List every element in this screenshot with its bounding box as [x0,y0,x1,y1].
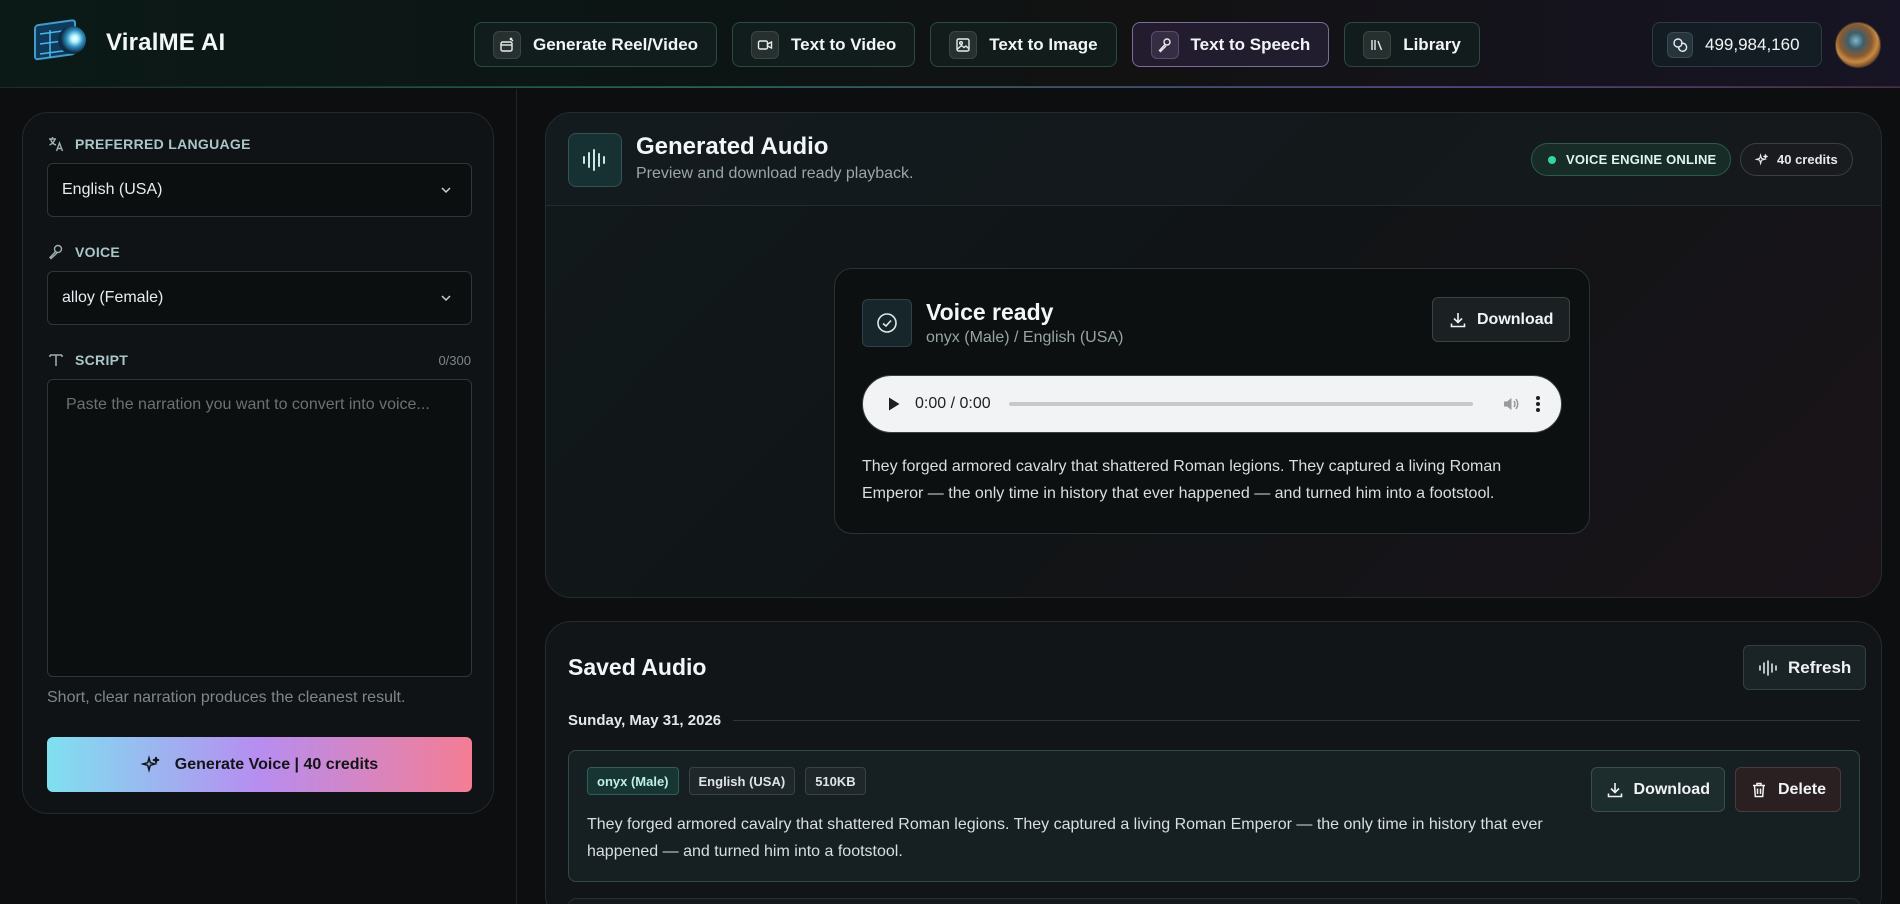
text-icon [49,354,63,366]
saved-audio-title: Saved Audio [568,654,707,680]
player-progress-bar[interactable] [1009,402,1473,406]
sparkles-icon [140,754,159,773]
panel-divider [516,89,517,904]
date-divider [733,720,1860,721]
generated-audio-card: Generated Audio Preview and download rea… [545,112,1882,598]
saved-audio-card: Saved Audio Refresh Sunday, May 31, 2026… [545,621,1882,904]
coins-icon [1667,31,1693,58]
chevron-down-icon [441,187,451,194]
library-icon [1363,30,1392,59]
app-name: ViralME AI [106,29,226,56]
microphone-icon [49,244,63,260]
language-tag: English (USA) [688,767,796,795]
generate-voice-button[interactable]: Generate Voice | 40 credits [47,737,472,792]
script-hint: Short, clear narration produces the clea… [47,689,406,706]
generated-audio-subtitle: Preview and download ready playback. [636,165,914,182]
download-icon [1607,782,1622,797]
download-button[interactable]: Download [1590,767,1725,812]
nav-label: Text to Speech [1190,34,1311,54]
date-group-label: Sunday, May 31, 2026 [568,712,722,729]
nav-text-to-speech[interactable]: Text to Speech [1131,22,1330,67]
voice-value: alloy (Female) [62,289,164,306]
nav-text-to-image[interactable]: Text to Image [930,22,1117,67]
voice-ready-title: Voice ready [926,299,1054,325]
engine-status-badge: VOICE ENGINE ONLINE [1531,143,1732,176]
item-actions: Download Delete [1590,767,1841,812]
nav-label: Text to Image [989,34,1098,54]
trash-icon [1752,782,1765,797]
voice-label: VOICE [47,243,120,261]
voice-result-card: Voice ready onyx (Male) / English (USA) … [834,268,1590,534]
user-avatar[interactable] [1835,22,1881,68]
nav-label: Text to Video [791,34,897,54]
nav-text-to-video[interactable]: Text to Video [732,22,916,67]
voice-select[interactable]: alloy (Female) [47,271,472,325]
voice-ready-meta: onyx (Male) / English (USA) [926,329,1124,346]
nav-label: Generate Reel/Video [533,34,699,54]
delete-button[interactable]: Delete [1734,767,1841,812]
microphone-icon [1150,30,1179,59]
language-select[interactable]: English (USA) [47,163,472,217]
saved-item-text: They forged armored cavalry that shatter… [587,816,1543,860]
main-nav: Generate Reel/Video Text to Video Text t… [474,22,1480,67]
brand[interactable]: ViralME AI [32,18,225,68]
saved-audio-item: onyx (Male) English (USA) 510KB They for… [568,750,1860,882]
player-time: 0:00 / 0:00 [915,395,991,412]
nav-library[interactable]: Library [1344,22,1480,67]
volume-icon[interactable] [1501,394,1521,414]
top-bar: ViralME AI Generate Reel/Video Text to V… [0,0,1900,88]
more-options-icon[interactable] [1535,394,1541,414]
status-dot-icon [1548,155,1556,164]
refresh-button[interactable]: Refresh [1743,645,1867,690]
language-label: PREFERRED LANGUAGE [47,135,251,153]
script-input[interactable] [47,379,472,677]
film-sparkle-icon [493,30,521,59]
translate-icon [49,137,64,152]
image-icon [949,30,978,59]
generated-audio-title: Generated Audio [636,133,829,160]
language-value: English (USA) [62,181,163,198]
nav-label: Library [1403,34,1461,54]
check-circle-icon [862,299,912,347]
item-tags: onyx (Male) English (USA) 510KB [587,767,866,795]
logo-icon [34,19,86,61]
generated-audio-header: Generated Audio Preview and download rea… [546,113,1881,206]
nav-generate-reel-video[interactable]: Generate Reel/Video [474,22,718,67]
waveform-icon [568,133,622,187]
waveform-icon [1759,659,1777,676]
download-icon [1450,312,1466,327]
credits-value: 499,984,160 [1705,34,1800,54]
cost-badge: 40 credits [1740,143,1853,176]
voice-script-text: They forged armored cavalry that shatter… [862,458,1502,502]
size-tag: 510KB [805,767,866,795]
audio-player: 0:00 / 0:00 [862,375,1562,433]
saved-audio-item [568,898,1860,904]
credits-balance[interactable]: 499,984,160 [1652,22,1822,67]
voice-settings-panel: PREFERRED LANGUAGE English (USA) VOICE a… [22,112,494,814]
date-group-header: Sunday, May 31, 2026 [568,712,1860,729]
script-char-count: 0/300 [438,353,471,368]
voice-tag: onyx (Male) [587,767,679,795]
download-button[interactable]: Download [1432,297,1571,342]
chevron-down-icon [441,295,451,302]
sparkles-icon [1755,152,1768,166]
video-camera-icon [751,30,780,59]
generate-voice-label: Generate Voice | 40 credits [174,755,379,773]
play-icon[interactable] [887,396,901,412]
script-label: SCRIPT [47,351,128,369]
